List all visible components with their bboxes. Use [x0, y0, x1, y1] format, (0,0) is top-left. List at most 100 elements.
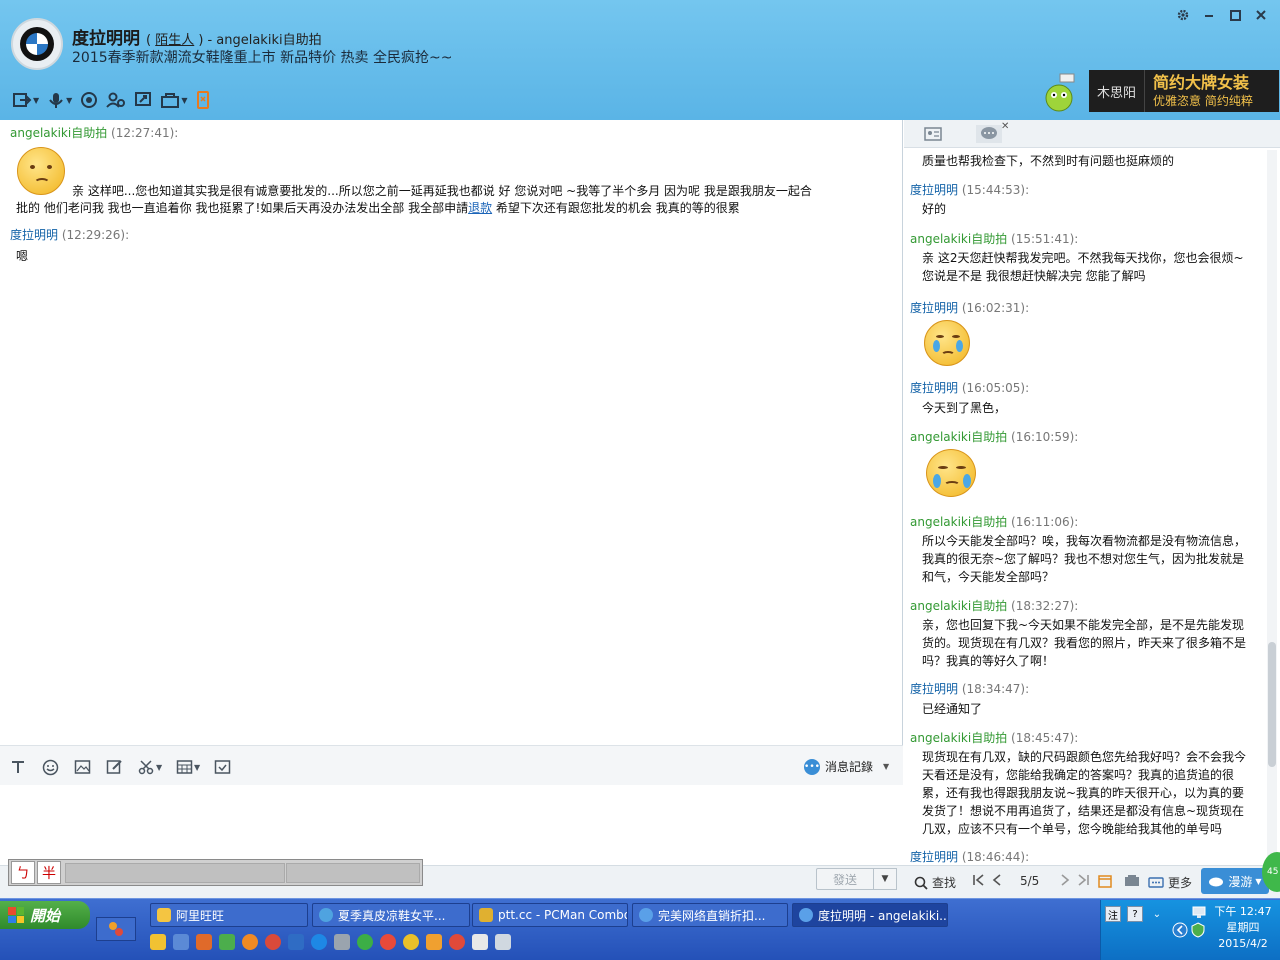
- taskbar-item-label: ptt.cc - PCMan Combo: [498, 908, 628, 922]
- contact-name[interactable]: 度拉明明: [72, 24, 140, 49]
- message-time: (16:05:05):: [961, 381, 1030, 395]
- more-label: 更多: [1168, 876, 1193, 890]
- more-button[interactable]: 更多: [1148, 874, 1192, 891]
- package-icon[interactable]: [426, 934, 442, 950]
- ad-banner[interactable]: 木思阳 简约大牌女装 优雅恣意 简约纯粹: [1089, 70, 1279, 112]
- roaming-button[interactable]: 漫游 ▼: [1201, 868, 1269, 894]
- emoji-icon[interactable]: [42, 758, 59, 776]
- font-icon[interactable]: [10, 758, 26, 776]
- paint-icon[interactable]: [196, 934, 212, 950]
- message-time: (16:02:31):: [961, 301, 1030, 315]
- video-button[interactable]: [80, 89, 98, 111]
- help-icon[interactable]: ?: [1127, 906, 1143, 922]
- add-icon[interactable]: [150, 934, 166, 950]
- message-text: 嗯: [16, 249, 29, 263]
- ie-icon[interactable]: [311, 934, 327, 950]
- history-header: 度拉明明 (18:46:44):: [910, 848, 1029, 865]
- transfer-file-button[interactable]: ▼: [12, 89, 39, 111]
- start-button[interactable]: 開始: [0, 901, 90, 929]
- chrome-icon[interactable]: [449, 934, 465, 950]
- ime-bar[interactable]: ㄅ 半: [8, 859, 423, 886]
- tray-icons: 注 ? ⌄: [1105, 906, 1165, 922]
- first-page-icon[interactable]: [972, 874, 986, 886]
- screen-share-button[interactable]: [134, 89, 152, 111]
- file-icon[interactable]: [495, 934, 511, 950]
- folder-icon: [157, 908, 171, 922]
- chat-history-tab-icon[interactable]: [976, 125, 1002, 143]
- chat-messages-area[interactable]: angelakiki自助拍 (12:27:41): 亲 这样吧...您也知道其实…: [0, 120, 903, 745]
- voice-button[interactable]: ▼: [47, 89, 72, 111]
- image-icon[interactable]: [74, 758, 91, 776]
- stranger-link[interactable]: 陌生人: [155, 33, 194, 48]
- calendar-icon[interactable]: [1098, 874, 1112, 888]
- media-icon[interactable]: [242, 934, 258, 950]
- chevron-down-icon: ▼: [883, 762, 890, 771]
- scrollbar-thumb[interactable]: [1268, 642, 1276, 767]
- quick-reply-icon[interactable]: [214, 758, 231, 776]
- shield-icon[interactable]: [1190, 922, 1206, 938]
- sender-name: 度拉明明: [10, 228, 59, 242]
- mail-icon[interactable]: [173, 934, 189, 950]
- chrome-icon[interactable]: [380, 934, 396, 950]
- window-controls: [1176, 6, 1268, 24]
- history-label: 消息記錄: [825, 760, 874, 774]
- calculator-icon[interactable]: ▼: [176, 758, 200, 776]
- close-tab-icon[interactable]: ✕: [1001, 121, 1009, 132]
- input-toolbar: ▼ ▼ ••• 消息記錄 ▼: [0, 745, 903, 785]
- message-history-button[interactable]: ••• 消息記錄 ▼: [804, 758, 889, 775]
- send-button[interactable]: 發送: [816, 868, 874, 890]
- photo-icon[interactable]: [219, 934, 235, 950]
- search-button[interactable]: 查找: [914, 874, 956, 891]
- screenshot-scissors-icon[interactable]: ▼: [138, 758, 162, 776]
- prev-page-icon[interactable]: [992, 874, 1002, 886]
- grid-icon[interactable]: [472, 934, 488, 950]
- refund-link[interactable]: 退款: [468, 201, 492, 215]
- group-icon[interactable]: [1124, 874, 1140, 888]
- edit-icon[interactable]: [106, 758, 123, 776]
- contact-card-icon[interactable]: [922, 125, 944, 143]
- send-options-dropdown[interactable]: ▼: [873, 868, 897, 890]
- chat-bubble-icon: •••: [804, 758, 820, 775]
- contact-avatar[interactable]: [11, 18, 63, 70]
- ime-mode[interactable]: ㄅ: [11, 861, 35, 884]
- maximize-icon[interactable]: [1228, 6, 1242, 24]
- taskbar-item[interactable]: 完美网络直销折扣...: [632, 903, 788, 927]
- minimize-icon[interactable]: [1202, 6, 1216, 24]
- taskbar-item[interactable]: 阿里旺旺: [150, 903, 308, 927]
- taskbar-item-active[interactable]: 度拉明明 - angelakiki...: [792, 903, 948, 927]
- taskbar-item[interactable]: 夏季真皮凉鞋女平...: [312, 903, 470, 927]
- tray-expand-icon[interactable]: [1172, 922, 1188, 938]
- close-icon[interactable]: [1254, 6, 1268, 24]
- chrome-icon[interactable]: [403, 934, 419, 950]
- list-icon[interactable]: [288, 934, 304, 950]
- clock-time: 下午 12:47: [1214, 905, 1272, 918]
- add-contact-button[interactable]: [106, 89, 126, 111]
- ime-width[interactable]: 半: [37, 861, 61, 884]
- message-header: 度拉明明 (12:29:26):: [10, 226, 129, 243]
- player-icon[interactable]: [265, 934, 281, 950]
- tool-icon[interactable]: [334, 934, 350, 950]
- browser-icon[interactable]: [357, 934, 373, 950]
- message-time: (18:45:47):: [1011, 731, 1079, 745]
- gear-icon[interactable]: [1176, 6, 1190, 24]
- phone-button[interactable]: [195, 89, 211, 111]
- next-page-icon[interactable]: [1060, 874, 1070, 886]
- last-page-icon[interactable]: [1076, 874, 1090, 886]
- chat-toolbar: ▼ ▼ ▼: [12, 89, 211, 111]
- network-icon[interactable]: [1192, 905, 1206, 919]
- ime-tray-icon[interactable]: 注: [1105, 906, 1121, 922]
- message-input[interactable]: [0, 785, 903, 865]
- remote-assist-button[interactable]: ▼: [160, 89, 187, 111]
- stranger-wrapper: ( 陌生人 ): [146, 33, 204, 48]
- message-time: (12:27:41):: [111, 126, 179, 140]
- clock[interactable]: 下午 12:47 星期四 2015/4/2: [1210, 904, 1276, 952]
- clock-day: 星期四: [1226, 921, 1260, 934]
- history-panel[interactable]: ✕ 质量也帮我检查下，不然到时有问题也挺麻烦的 度拉明明 (15:44:53):…: [904, 120, 1280, 865]
- history-message: 现货现在有几双，缺的尺码跟颜色您先给我好吗？会不会我今天看还是没有，您能给我确定…: [922, 750, 1247, 836]
- taskbar-item[interactable]: ptt.cc - PCMan Combo: [472, 903, 628, 927]
- history-header: 度拉明明 (16:02:31):: [910, 299, 1029, 316]
- quicklaunch-toggle[interactable]: [96, 917, 136, 941]
- ad-text: 简约大牌女装 优雅恣意 简约纯粹: [1145, 73, 1253, 109]
- tray-options-icon[interactable]: ⌄: [1149, 906, 1165, 922]
- message-text: 批的 他们老问我 我也一直追着你 我也挺累了!如果后天再没办法发出全部 我全部申…: [16, 201, 469, 215]
